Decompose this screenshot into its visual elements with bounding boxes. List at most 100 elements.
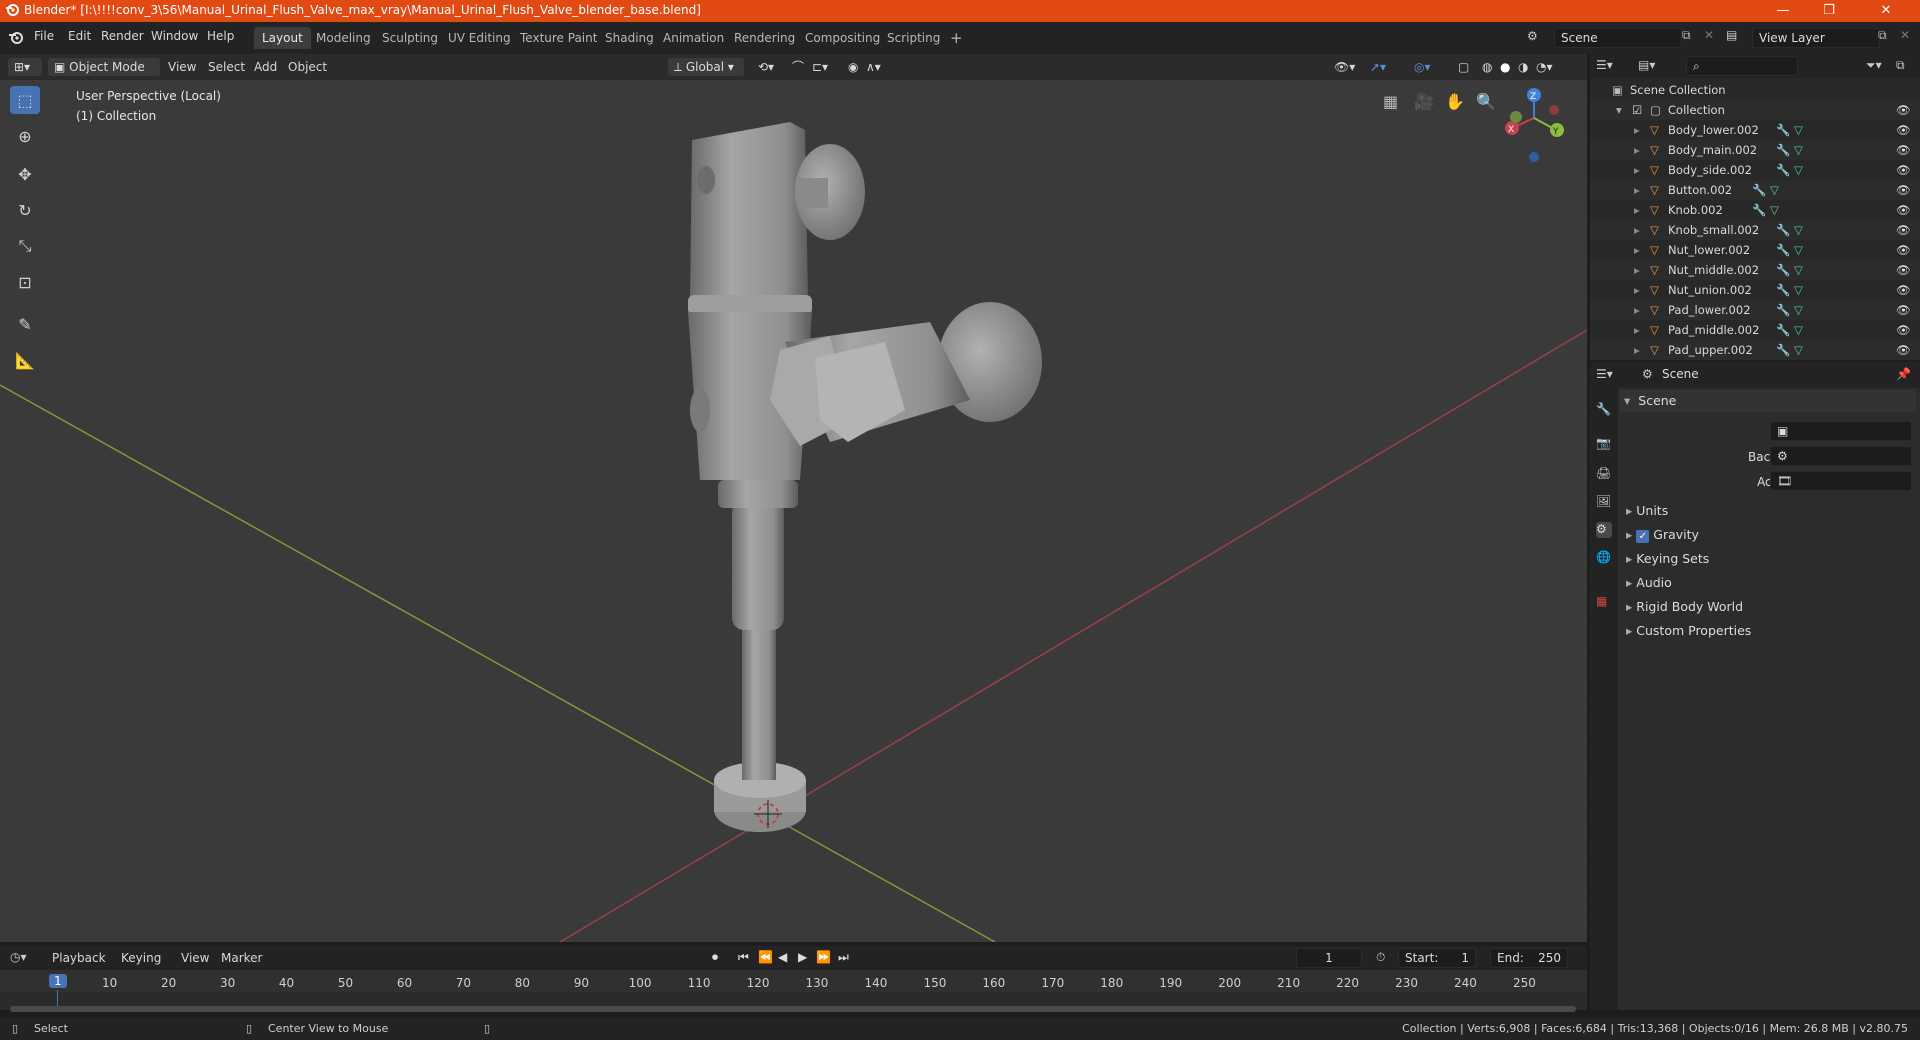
3d-viewport[interactable]: Z X Y User Perspective (Local) (1) Colle…	[0, 80, 1587, 942]
pivot-icon[interactable]: ⟲▾	[758, 58, 774, 76]
mesh-data-icon[interactable]: ▽	[1794, 340, 1803, 360]
select-box-tool[interactable]: ⬚	[10, 86, 40, 114]
pan-hand-icon[interactable]: ✋	[1445, 92, 1465, 111]
editor-type-icon[interactable]: ☰▾	[1596, 367, 1613, 381]
modifier-icon[interactable]: 🔧	[1776, 280, 1790, 300]
scene-icon[interactable]: ⚙	[1527, 29, 1538, 43]
eye-icon[interactable]: 👁	[1896, 180, 1911, 200]
tab-animation[interactable]: Animation	[655, 27, 732, 49]
menu-view[interactable]: View	[168, 58, 196, 76]
menu-window[interactable]: Window	[151, 29, 198, 43]
outliner-object-row[interactable]: ▸ ▽ Body_lower.002 🔧 ▽ 👁	[1590, 120, 1920, 140]
mesh-data-icon[interactable]: ▽	[1770, 200, 1779, 220]
material-shading-icon[interactable]: ◑	[1518, 58, 1528, 76]
timer-icon[interactable]: ⏱	[1376, 950, 1385, 965]
tab-uv-editing[interactable]: UV Editing	[440, 27, 519, 49]
menu-render[interactable]: Render	[101, 29, 144, 43]
delete-scene-icon[interactable]: ✕	[1704, 28, 1714, 42]
mesh-data-icon[interactable]: ▽	[1794, 140, 1803, 160]
proportional-edit-icon[interactable]: ◉	[848, 58, 858, 76]
menu-file[interactable]: File	[34, 29, 54, 43]
new-scene-icon[interactable]: ⧉	[1682, 28, 1691, 43]
falloff-icon[interactable]: ∧▾	[866, 58, 881, 76]
editor-type-icon[interactable]: ⊞▾	[8, 58, 42, 76]
chevron-right-icon[interactable]: ▸	[1634, 320, 1640, 340]
chevron-right-icon[interactable]: ▸	[1634, 180, 1640, 200]
wireframe-shading-icon[interactable]: ◍	[1482, 58, 1492, 76]
property-section[interactable]: ▸ Custom Properties	[1624, 620, 1914, 642]
modifier-icon[interactable]: 🔧	[1776, 260, 1790, 280]
mesh-data-icon[interactable]: ▽	[1794, 320, 1803, 340]
pin-icon[interactable]: 📌	[1896, 367, 1911, 381]
editor-type-icon[interactable]: ◷▾	[10, 950, 27, 964]
outliner-object-row[interactable]: ▸ ▽ Knob_small.002 🔧 ▽ 👁	[1590, 220, 1920, 240]
modifier-icon[interactable]: 🔧	[1776, 300, 1790, 320]
tab-texture-paint[interactable]: Texture Paint	[512, 27, 605, 49]
gravity-checkbox[interactable]: ✓	[1636, 530, 1650, 543]
annotate-tool[interactable]: ✎	[10, 310, 40, 338]
outliner-scene-collection[interactable]: ▣ Scene Collection	[1590, 80, 1920, 100]
scene-field[interactable]: Scene	[1554, 28, 1682, 48]
prev-keyframe-icon[interactable]: ⏪	[758, 950, 773, 964]
chevron-down-icon[interactable]: ▾	[1616, 100, 1622, 120]
eye-icon[interactable]: 👁	[1896, 100, 1911, 120]
scene-panel-header[interactable]: ▾ Scene	[1620, 390, 1916, 412]
tool-properties-icon[interactable]: 🔧	[1596, 402, 1612, 418]
mesh-data-icon[interactable]: ▽	[1794, 120, 1803, 140]
modifier-icon[interactable]: 🔧	[1776, 240, 1790, 260]
camera-field[interactable]: ▣	[1770, 421, 1912, 441]
chevron-right-icon[interactable]: ▸	[1634, 300, 1640, 320]
modifier-icon[interactable]: 🔧	[1776, 140, 1790, 160]
outliner-object-row[interactable]: ▸ ▽ Knob.002 🔧 ▽ 👁	[1590, 200, 1920, 220]
eye-icon[interactable]: 👁	[1896, 220, 1911, 240]
outliner-object-row[interactable]: ▸ ▽ Body_main.002 🔧 ▽ 👁	[1590, 140, 1920, 160]
mesh-data-icon[interactable]: ▽	[1794, 240, 1803, 260]
new-view-layer-icon[interactable]: ⧉	[1878, 28, 1887, 43]
view-layer-properties-icon[interactable]: 🖼	[1596, 494, 1612, 510]
mesh-data-icon[interactable]: ▽	[1794, 300, 1803, 320]
texture-properties-icon[interactable]: ▦	[1596, 594, 1612, 610]
measure-tool[interactable]: 📐	[10, 346, 40, 374]
tab-rendering[interactable]: Rendering	[726, 27, 803, 49]
property-section[interactable]: ▸ Keying Sets	[1624, 548, 1914, 570]
mode-dropdown[interactable]: ▣ Object Mode ▾	[48, 58, 160, 92]
end-frame-field[interactable]: End: 250	[1490, 948, 1568, 968]
collection-checkbox[interactable]: ☑	[1632, 100, 1642, 120]
solid-shading-icon[interactable]: ●	[1500, 58, 1510, 76]
outliner-object-row[interactable]: ▸ ▽ Nut_middle.002 🔧 ▽ 👁	[1590, 260, 1920, 280]
active-movie-clip-field[interactable]: 🎞	[1770, 471, 1912, 491]
add-workspace-button[interactable]: +	[942, 27, 971, 49]
snap-icon[interactable]: ⌒	[792, 58, 804, 76]
snap-target-icon[interactable]: ⊏▾	[812, 58, 828, 76]
eye-icon[interactable]: 👁	[1896, 200, 1911, 220]
close-button[interactable]: ✕	[1852, 0, 1920, 22]
menu-view[interactable]: View	[181, 951, 209, 965]
new-collection-icon[interactable]: ⧉	[1896, 58, 1905, 73]
mesh-data-icon[interactable]: ▽	[1794, 220, 1803, 240]
tab-sculpting[interactable]: Sculpting	[374, 27, 446, 49]
property-section[interactable]: ▸ Rigid Body World	[1624, 596, 1914, 618]
visibility-icon[interactable]: 👁▾	[1334, 58, 1355, 76]
outliner-object-row[interactable]: ▸ ▽ Button.002 🔧 ▽ 👁	[1590, 180, 1920, 200]
eye-icon[interactable]: 👁	[1896, 160, 1911, 180]
menu-playback[interactable]: Playback	[52, 951, 106, 965]
modifier-icon[interactable]: 🔧	[1776, 220, 1790, 240]
gizmo-icon[interactable]: ➚▾	[1370, 58, 1386, 76]
property-section[interactable]: ▸ Units	[1624, 500, 1914, 522]
mesh-data-icon[interactable]: ▽	[1770, 180, 1779, 200]
chevron-right-icon[interactable]: ▸	[1634, 260, 1640, 280]
eye-icon[interactable]: 👁	[1896, 320, 1911, 340]
eye-icon[interactable]: 👁	[1896, 300, 1911, 320]
outliner-search-input[interactable]: ⌕	[1686, 56, 1798, 76]
play-icon[interactable]: ▶	[798, 950, 807, 964]
tab-layout[interactable]: Layout	[254, 27, 311, 49]
chevron-right-icon[interactable]: ▸	[1634, 120, 1640, 140]
filter-icon[interactable]: ⏷▾	[1866, 58, 1882, 73]
chevron-right-icon[interactable]: ▸	[1634, 140, 1640, 160]
zoom-icon[interactable]: 🔍	[1476, 92, 1496, 111]
modifier-icon[interactable]: 🔧	[1776, 120, 1790, 140]
chevron-right-icon[interactable]: ▸	[1634, 220, 1640, 240]
eye-icon[interactable]: 👁	[1896, 280, 1911, 300]
world-properties-icon[interactable]: 🌐	[1596, 550, 1612, 566]
background-scene-field[interactable]: ⚙	[1770, 446, 1912, 466]
